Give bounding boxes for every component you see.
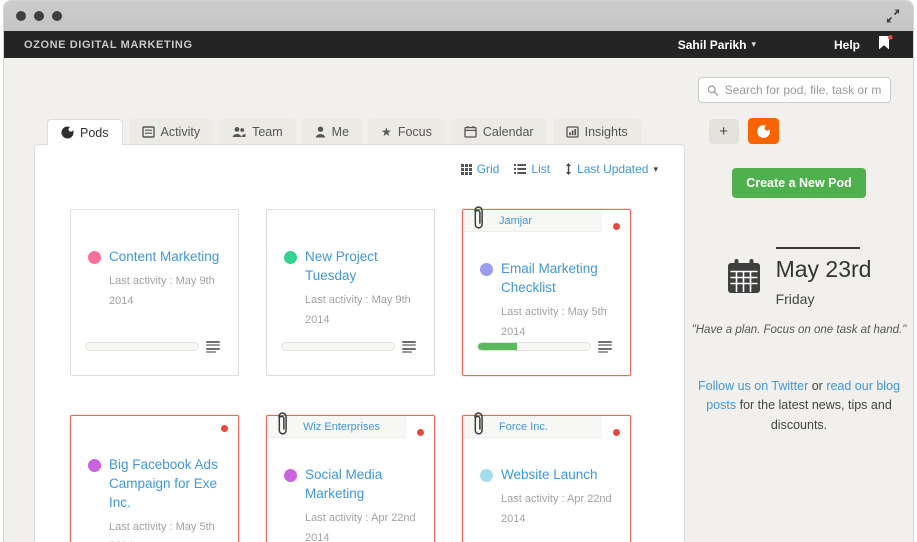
pod-card-email-marketing-checklist[interactable]: Jamjar Email Marketing Checklist Last ac… (462, 206, 631, 376)
person-icon (315, 126, 326, 138)
pod-color-dot (88, 459, 101, 472)
pod-progress-bar (477, 342, 591, 352)
pod-icon (61, 126, 74, 139)
tab-pods[interactable]: Pods (47, 119, 123, 145)
pod-title-link[interactable]: Big Facebook Ads Campaign for Exe Inc. (109, 456, 226, 513)
sort-arrows-icon (565, 163, 572, 175)
search-box[interactable] (698, 77, 891, 103)
tab-calendar[interactable]: Calendar (450, 119, 547, 144)
list-icon (514, 164, 527, 174)
browser-window: OZONE DIGITAL MARKETING Sahil Parikh ▾ H… (3, 0, 914, 542)
paperclip-icon (274, 410, 291, 444)
pods-grid: Content Marketing Last activity : May 9t… (35, 176, 684, 542)
pod-progress-bar (85, 342, 199, 352)
user-name: Sahil Parikh (677, 37, 747, 52)
pod-card-social-media-marketing[interactable]: Wiz Enterprises Social Media Marketing L… (266, 412, 435, 542)
page-body: Pods Activity Team Me ★ (4, 58, 913, 542)
grid-icon (460, 163, 472, 175)
pod-card-new-project-tuesday[interactable]: New Project Tuesday Last activity : May … (266, 209, 435, 376)
user-menu[interactable]: Sahil Parikh ▾ (678, 38, 756, 52)
calendar-icon (464, 125, 477, 138)
list-view-button[interactable]: List (514, 162, 550, 176)
tab-bar: Pods Activity Team Me ★ Focus Calendar I… (34, 118, 913, 145)
view-toolbar: Grid List Last Updated ▾ (35, 145, 684, 176)
today-date: May 23rd (775, 256, 872, 282)
alert-dot (613, 223, 620, 230)
search-icon (707, 84, 719, 96)
task-list-icon[interactable] (206, 340, 220, 353)
tab-team[interactable]: Team (219, 119, 296, 144)
task-list-icon[interactable] (402, 340, 416, 353)
task-list-icon[interactable] (598, 340, 612, 353)
pod-card-content-marketing[interactable]: Content Marketing Last activity : May 9t… (70, 209, 239, 376)
chevron-down-icon: ▾ (653, 163, 658, 174)
pod-last-activity: Last activity : May 5th 2014 (501, 305, 607, 338)
tab-insights[interactable]: Insights (552, 119, 641, 144)
pods-panel: Grid List Last Updated ▾ Content Marketi… (34, 144, 685, 542)
promo-text: Follow us on Twitter or read our blog po… (698, 379, 900, 432)
brightpod-orange-button[interactable] (747, 118, 779, 144)
bar-chart-icon (565, 125, 579, 138)
workspace-title: OZONE DIGITAL MARKETING (24, 38, 193, 51)
window-control-dot[interactable] (34, 11, 44, 21)
paperclip-icon (470, 410, 487, 444)
activity-icon (141, 125, 155, 138)
pod-last-activity: Last activity : May 9th 2014 (109, 274, 215, 307)
window-control-dot[interactable] (16, 11, 26, 21)
create-new-pod-button[interactable]: Create a New Pod (732, 168, 866, 198)
today-widget: May 23rd Friday (685, 247, 913, 307)
pod-color-dot (88, 251, 101, 264)
expand-icon[interactable] (885, 8, 901, 24)
today-weekday: Friday (775, 291, 815, 307)
add-tab-button[interactable]: + (708, 119, 739, 144)
pod-last-activity: Last activity : May 9th 2014 (305, 293, 411, 326)
browser-chrome (4, 1, 913, 31)
pod-last-activity: Last activity : Apr 22nd 2014 (305, 511, 416, 542)
pod-title-link[interactable]: Social Media Marketing (305, 466, 422, 504)
alert-dot (221, 425, 228, 432)
search-input[interactable] (724, 83, 882, 97)
chevron-down-icon: ▾ (751, 39, 756, 49)
alert-dot (417, 429, 424, 436)
calendar-large-icon (727, 259, 761, 307)
tab-focus[interactable]: ★ Focus (368, 119, 445, 144)
pod-title-link[interactable]: New Project Tuesday (305, 248, 422, 286)
pod-last-activity: Last activity : May 5th 2014 (109, 520, 215, 542)
window-controls[interactable] (16, 11, 62, 21)
bookmark-notification-icon[interactable] (878, 35, 893, 56)
paperclip-icon (470, 204, 487, 238)
team-icon (232, 126, 246, 138)
grid-view-button[interactable]: Grid (460, 162, 499, 176)
tab-me[interactable]: Me (301, 119, 363, 144)
pod-color-dot (284, 469, 297, 482)
pod-color-dot (284, 251, 297, 264)
alert-dot (613, 429, 620, 436)
star-icon: ★ (381, 124, 392, 139)
pod-card-website-launch[interactable]: Force Inc. Website Launch Last activity … (462, 412, 631, 542)
tab-activity[interactable]: Activity (128, 119, 214, 144)
twitter-link[interactable]: Follow us on Twitter (698, 379, 808, 393)
pod-title-link[interactable]: Email Marketing Checklist (501, 260, 618, 298)
window-control-dot[interactable] (52, 11, 62, 21)
sort-dropdown[interactable]: Last Updated ▾ (565, 162, 658, 176)
pod-title-link[interactable]: Website Launch (501, 466, 618, 485)
help-link[interactable]: Help (834, 38, 860, 52)
pod-title-link[interactable]: Content Marketing (109, 248, 226, 267)
app-header: OZONE DIGITAL MARKETING Sahil Parikh ▾ H… (4, 31, 913, 58)
pod-color-dot (480, 263, 493, 276)
pod-icon-white (756, 124, 771, 139)
pod-card-big-facebook-ads[interactable]: Big Facebook Ads Campaign for Exe Inc. L… (70, 415, 239, 542)
pod-progress-bar (281, 342, 395, 352)
pod-last-activity: Last activity : Apr 22nd 2014 (501, 492, 612, 525)
pod-color-dot (480, 469, 493, 482)
divider (775, 247, 860, 249)
right-sidebar: Create a New Pod May 23rd Friday "Have a… (685, 144, 913, 542)
daily-quote: "Have a plan. Focus on one task at hand.… (691, 324, 907, 336)
